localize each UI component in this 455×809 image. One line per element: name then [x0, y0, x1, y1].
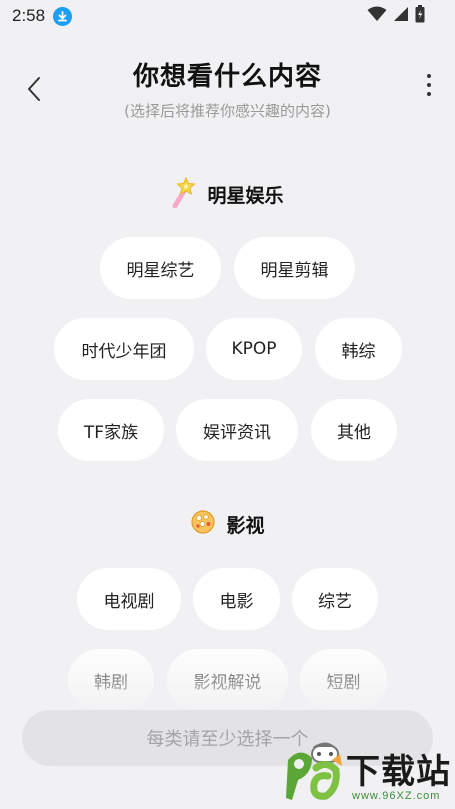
- tag-chip[interactable]: 韩综: [315, 318, 402, 380]
- tag-chip[interactable]: TF家族: [58, 399, 164, 461]
- watermark-text: 下载站: [346, 752, 451, 792]
- status-icons: [367, 5, 425, 27]
- more-dot-icon: [427, 74, 431, 78]
- page-subtitle: (选择后将推荐你感兴趣的内容): [124, 102, 331, 120]
- section-header-film-tv: 影视: [0, 508, 455, 540]
- magic-wand-icon: [171, 176, 197, 212]
- tag-chip[interactable]: 娱评资讯: [176, 399, 298, 461]
- tag-chip[interactable]: 综艺: [292, 568, 378, 630]
- watermark-logo-icon: [286, 740, 346, 806]
- tag-chip[interactable]: 电影: [193, 568, 280, 630]
- section-title: 影视: [226, 514, 265, 537]
- download-notification-icon: [53, 6, 73, 26]
- page-title: 你想看什么内容: [132, 62, 322, 92]
- watermark: 下载站 www.96XZ.com: [282, 720, 455, 809]
- section-header-entertainment: 明星娱乐: [0, 176, 455, 212]
- tag-chip[interactable]: 韩剧: [68, 649, 154, 711]
- battery-icon: [415, 5, 425, 27]
- status-bar: 2:58: [0, 0, 455, 32]
- more-dot-icon: [427, 83, 431, 87]
- status-time: 2:58: [12, 6, 46, 25]
- popcorn-icon: [190, 508, 216, 540]
- tag-chip[interactable]: 明星综艺: [100, 237, 221, 299]
- signal-icon: [393, 6, 409, 26]
- tag-chip[interactable]: KPOP: [206, 318, 302, 380]
- tag-chip[interactable]: 电视剧: [77, 568, 181, 630]
- wifi-icon: [367, 6, 387, 26]
- tag-chip[interactable]: 短剧: [300, 649, 387, 711]
- more-dot-icon: [427, 92, 431, 96]
- header: 你想看什么内容 (选择后将推荐你感兴趣的内容): [0, 52, 455, 132]
- tag-chip[interactable]: 时代少年团: [54, 318, 194, 380]
- more-options-button[interactable]: [421, 70, 437, 100]
- tag-chip[interactable]: 明星剪辑: [234, 237, 355, 299]
- watermark-url: www.96XZ.com: [352, 790, 441, 802]
- section-title: 明星娱乐: [207, 184, 284, 207]
- tag-chip[interactable]: 其他: [311, 399, 397, 461]
- tag-chip[interactable]: 影视解说: [167, 649, 288, 711]
